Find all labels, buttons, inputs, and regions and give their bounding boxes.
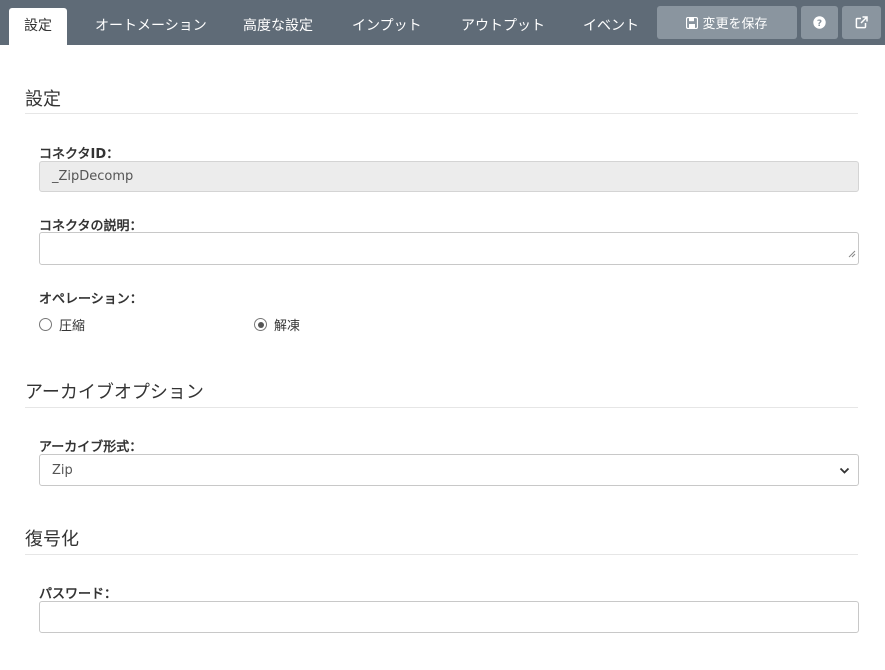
help-button[interactable]: ? (801, 6, 838, 39)
external-link-icon (855, 16, 868, 29)
tab-settings[interactable]: 設定 (9, 8, 67, 45)
tab-output[interactable]: アウトプット (461, 0, 545, 45)
operation-option-label: 圧縮 (59, 319, 86, 334)
resize-handle-icon[interactable] (848, 247, 856, 262)
radio-button-compress[interactable] (39, 318, 52, 331)
tab-automation[interactable]: オートメーション (95, 0, 207, 45)
svg-text:?: ? (817, 19, 822, 29)
operation-option-compress[interactable]: 圧縮 (39, 315, 85, 334)
save-changes-button[interactable]: 変更を保存 (657, 6, 797, 39)
save-changes-label: 変更を保存 (702, 17, 768, 32)
radio-button-decompress[interactable] (254, 318, 267, 331)
archive-format-select[interactable]: Zip (39, 454, 859, 486)
tab-input[interactable]: インプット (352, 0, 422, 45)
floppy-disk-icon (686, 16, 699, 29)
section-title-settings: 設定 (25, 89, 61, 110)
chevron-down-icon (839, 465, 850, 480)
section-divider (25, 554, 858, 555)
connector-id-value: _ZipDecomp (52, 169, 134, 184)
top-tab-bar: 設定 オートメーション 高度な設定 インプット アウトプット イベント 変更を保… (0, 0, 885, 45)
archive-format-value: Zip (52, 462, 73, 478)
connector-id-label: コネクタID： (39, 147, 120, 162)
tab-advanced-settings[interactable]: 高度な設定 (243, 0, 313, 45)
archive-format-label: アーカイブ形式： (39, 440, 143, 455)
section-title-archive-options: アーカイブオプション (25, 382, 204, 403)
open-external-button[interactable] (842, 6, 881, 39)
connector-id-field[interactable]: _ZipDecomp (39, 161, 859, 192)
operation-option-label: 解凍 (274, 319, 301, 334)
tab-events[interactable]: イベント (583, 0, 639, 45)
question-circle-icon: ? (813, 16, 826, 29)
connector-description-textarea[interactable] (39, 232, 859, 265)
password-field[interactable] (39, 601, 859, 633)
operation-option-decompress[interactable]: 解凍 (254, 315, 300, 334)
section-divider (25, 407, 858, 408)
password-label: パスワード： (39, 587, 118, 602)
operation-label: オペレーション： (39, 292, 143, 307)
section-title-decryption: 復号化 (25, 529, 79, 550)
section-divider (25, 113, 858, 114)
